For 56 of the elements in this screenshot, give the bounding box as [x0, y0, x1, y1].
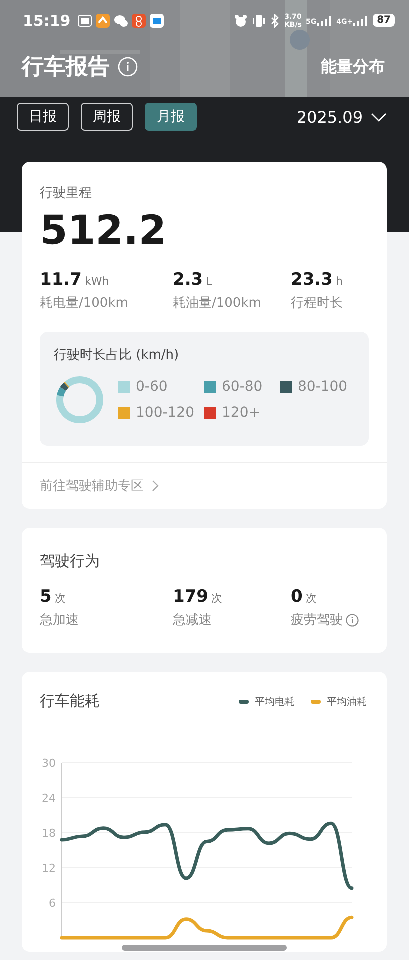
page-title: 行车报告 — [22, 54, 110, 82]
stat-label: 行程时长 — [291, 295, 344, 312]
card-title: 驾驶行为 — [40, 552, 101, 571]
axis-tick-label: 30 — [42, 757, 56, 770]
legend-label: 0-60 — [136, 379, 168, 395]
stat-value: 2.3 — [173, 270, 204, 290]
stat-label: 耗电量/100km — [40, 295, 130, 312]
month-picker[interactable]: 2025.09 — [296, 103, 387, 132]
bluetooth-icon — [270, 14, 280, 28]
chevron-down-icon — [371, 112, 387, 122]
stat-label: 急减速 — [173, 612, 212, 629]
app-icon — [78, 14, 92, 26]
stat-label: 急加速 — [40, 612, 79, 629]
stat-unit: kWh — [84, 275, 110, 288]
signal-icon — [316, 16, 333, 26]
mileage-value: 512.2 — [40, 208, 168, 254]
info-icon — [118, 57, 138, 77]
axis-tick-label: 12 — [42, 862, 56, 875]
legend-line-icon — [311, 700, 321, 704]
axis-tick-label: 18 — [42, 827, 56, 840]
stat-unit: h — [336, 275, 343, 288]
stat-unit: 次 — [54, 591, 66, 606]
clock-time: 15:19 — [23, 12, 71, 30]
legend-label: 平均油耗 — [327, 696, 367, 708]
mileage-label: 行驶里程 — [40, 185, 93, 202]
battery-indicator: 87 — [373, 14, 395, 27]
panel-title: 行驶时长占比 (km/h) — [54, 347, 180, 364]
legend-label: 平均电耗 — [255, 696, 295, 708]
period-tab[interactable]: 月报 — [145, 103, 197, 131]
signal-icon — [353, 16, 370, 26]
stat-value: 23.3 — [291, 270, 333, 290]
card-title: 行车能耗 — [40, 692, 100, 711]
info-icon — [346, 614, 359, 626]
axis-tick-label: 6 — [49, 897, 56, 910]
stat-unit: L — [206, 275, 212, 288]
stat-value: 179 — [173, 587, 208, 607]
chevron-right-icon — [152, 480, 160, 492]
axis-tick-label: 24 — [42, 792, 56, 805]
stat-unit: 次 — [306, 591, 317, 606]
donut-chart-drawing — [54, 374, 106, 426]
legend-line-icon — [239, 700, 249, 704]
period-tab[interactable]: 周报 — [81, 103, 133, 131]
stat-value: 11.7 — [40, 270, 82, 290]
vibrate-icon — [252, 14, 266, 28]
stat-value: 5 — [40, 587, 52, 607]
period-tab[interactable]: 日报 — [17, 103, 69, 131]
legend-label: 100-120 — [136, 405, 194, 421]
stat-value: 0 — [291, 587, 303, 607]
home-indicator[interactable] — [122, 945, 287, 951]
stat-unit: 次 — [212, 591, 222, 606]
legend-label: 120+ — [222, 405, 260, 421]
legend-label: 80-100 — [298, 379, 348, 395]
legend-label: 60-80 — [222, 379, 263, 395]
chat-icon — [114, 14, 128, 28]
stat-label: 疲劳驾驶 — [291, 612, 343, 629]
stat-label: 耗油量/100km — [173, 295, 262, 312]
